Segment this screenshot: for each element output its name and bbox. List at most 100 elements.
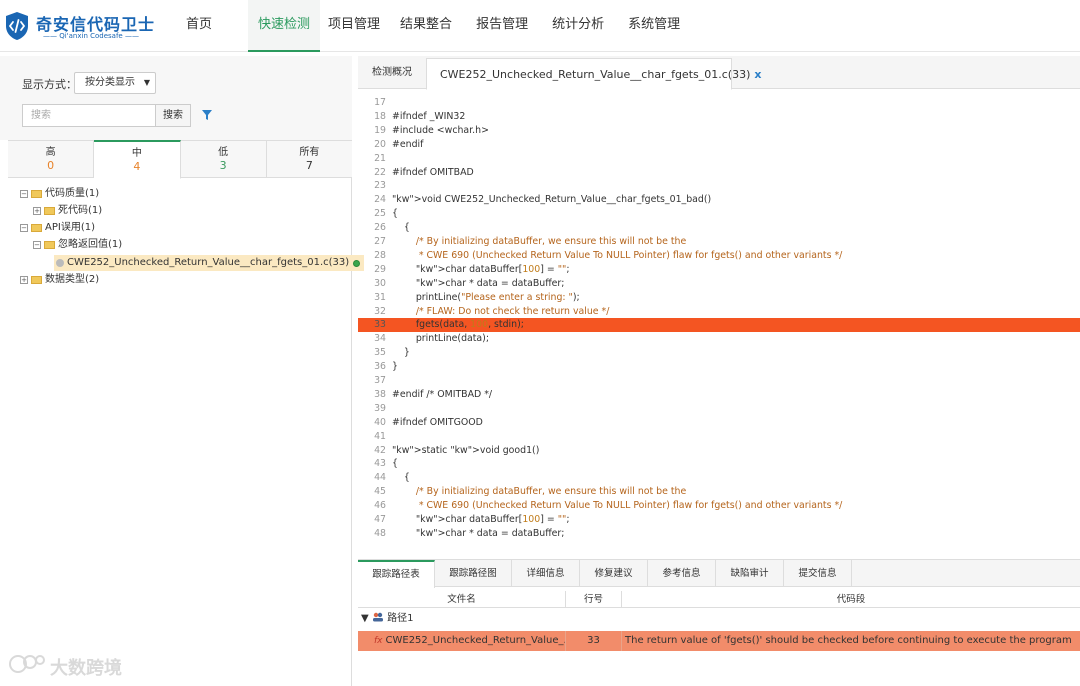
code-line[interactable]: 30 "kw">char * data = dataBuffer;: [358, 277, 1080, 291]
nav-system-management[interactable]: 系统管理: [618, 0, 690, 50]
line-number: 30: [374, 277, 386, 289]
collapse-icon[interactable]: −: [20, 224, 28, 232]
folder-icon: [44, 241, 55, 249]
tab-fix-suggestion[interactable]: 修复建议: [580, 560, 648, 587]
code-line[interactable]: 43 {: [358, 457, 1080, 471]
brand-logo[interactable]: 奇安信代码卫士 —— Qi'anxin Codesafe ——: [4, 11, 154, 43]
cell-line: 33: [566, 631, 622, 651]
code-line[interactable]: 41: [358, 430, 1080, 444]
tab-severity-high[interactable]: 高 0: [8, 141, 95, 177]
trace-group-row[interactable]: ▼ 路径1: [358, 609, 1080, 629]
line-number: 25: [374, 208, 386, 220]
code-line[interactable]: 25 {: [358, 207, 1080, 221]
code-line[interactable]: 32 /* FLAW: Do not check the return valu…: [358, 305, 1080, 319]
code-line[interactable]: 18 #ifndef _WIN32: [358, 110, 1080, 124]
code-line[interactable]: 44 {: [358, 471, 1080, 485]
line-number: 27: [374, 236, 386, 247]
tab-reference[interactable]: 参考信息: [648, 560, 716, 587]
code-line[interactable]: 24 "kw">void CWE252_Unchecked_Return_Valu…: [358, 193, 1080, 207]
tab-source-file[interactable]: CWE252_Unchecked_Return_Value__char_fget…: [426, 58, 761, 90]
display-mode-select[interactable]: 按分类显示 ▼: [74, 72, 156, 94]
code-line[interactable]: 17: [358, 96, 1080, 110]
code-line[interactable]: 31 printLine("Please enter a string: ");: [358, 291, 1080, 305]
code-text: }: [392, 361, 398, 373]
function-icon: fx: [374, 636, 383, 646]
table-row[interactable]: fx CWE252_Unchecked_Return_Value_... 33 T…: [358, 631, 1080, 651]
code-line[interactable]: 37: [358, 374, 1080, 388]
code-line[interactable]: 21: [358, 152, 1080, 166]
code-line[interactable]: 19 #include <wchar.h>: [358, 124, 1080, 138]
nav-report-management[interactable]: 报告管理: [466, 0, 538, 50]
code-line[interactable]: 26 {: [358, 221, 1080, 235]
code-text: "kw">void CWE252_Unchecked_Return_Value_…: [392, 194, 712, 206]
severity-count: 4: [133, 160, 141, 173]
collapse-icon[interactable]: −: [33, 241, 41, 249]
close-icon[interactable]: x: [754, 68, 761, 81]
code-line-highlighted[interactable]: 33 fgets(data, 100, stdin);: [358, 318, 1080, 333]
tab-severity-all[interactable]: 所有 7: [267, 141, 352, 177]
column-snippet[interactable]: 代码段: [622, 591, 1080, 608]
code-line[interactable]: 22 #ifndef OMITBAD: [358, 166, 1080, 180]
code-line[interactable]: 38 #endif /* OMITBAD */: [358, 388, 1080, 402]
code-line[interactable]: 39: [358, 402, 1080, 416]
code-text: #ifndef OMITGOOD: [392, 416, 483, 428]
code-text: "kw">char dataBuffer[100] = "";: [415, 514, 570, 525]
code-line[interactable]: 29 "kw">char dataBuffer[100] = "";: [358, 263, 1080, 277]
line-number: 34: [374, 333, 386, 345]
line-number: 23: [374, 180, 386, 192]
code-line[interactable]: 27 /* By initializing dataBuffer, we ens…: [358, 235, 1080, 249]
tree-node-file-selected[interactable]: CWE252_Unchecked_Return_Value__char_fget…: [54, 255, 365, 271]
line-number: 37: [374, 375, 386, 386]
nav-quick-scan[interactable]: 快速检测: [248, 0, 321, 52]
code-line[interactable]: 28 * CWE 690 (Unchecked Return Value To …: [358, 249, 1080, 263]
top-header: 奇安信代码卫士 —— Qi'anxin Codesafe —— 首页 快速检测 …: [0, 0, 1080, 52]
code-line[interactable]: 46 * CWE 690 (Unchecked Return Value To …: [358, 499, 1080, 513]
tree-node-ignored-return[interactable]: − 忽略返回值(1): [33, 237, 122, 253]
tree-node-dead-code[interactable]: + 死代码(1): [33, 203, 102, 219]
nav-statistics[interactable]: 统计分析: [542, 0, 614, 50]
tree-node-data-type[interactable]: + 数据类型(2): [20, 272, 99, 288]
code-viewer[interactable]: 17 18 #ifndef _WIN32 19 #include <wchar.h> 20…: [358, 96, 1080, 596]
nav-project-management[interactable]: 项目管理: [322, 0, 386, 50]
code-line[interactable]: 23: [358, 179, 1080, 193]
line-number: 31: [374, 291, 386, 303]
collapse-icon[interactable]: −: [20, 190, 28, 198]
tab-defect-audit[interactable]: 缺陷审计: [716, 560, 784, 587]
tab-trace-table[interactable]: 跟踪路径表: [358, 560, 435, 588]
expand-icon[interactable]: +: [33, 207, 41, 215]
expand-icon[interactable]: +: [20, 276, 28, 284]
code-line[interactable]: 45 /* By initializing dataBuffer, we ens…: [358, 485, 1080, 499]
nav-home[interactable]: 首页: [176, 0, 222, 50]
code-line[interactable]: 47 "kw">char dataBuffer[100] = "";: [358, 513, 1080, 527]
line-number: 43: [374, 458, 386, 470]
code-text: #ifndef _WIN32: [392, 110, 466, 122]
search-input[interactable]: 搜索: [22, 104, 156, 127]
code-line[interactable]: 20 #endif: [358, 138, 1080, 152]
tab-trace-graph[interactable]: 跟踪路径图: [435, 560, 512, 587]
nav-result-merge[interactable]: 结果整合: [390, 0, 462, 50]
line-number: 20: [374, 138, 386, 150]
code-line[interactable]: 36}: [358, 360, 1080, 374]
tree-node-label: 代码质量(1): [45, 188, 100, 199]
code-line[interactable]: 40 #ifndef OMITGOOD: [358, 416, 1080, 430]
code-line[interactable]: 48 "kw">char * data = dataBuffer;: [358, 527, 1080, 541]
tree-node-code-quality[interactable]: − 代码质量(1): [20, 186, 99, 202]
code-line[interactable]: 42 "kw">static "kw">void good1(): [358, 444, 1080, 458]
tab-details[interactable]: 详细信息: [512, 560, 580, 587]
code-line[interactable]: 34 printLine(data);: [358, 332, 1080, 346]
tab-severity-low[interactable]: 低 3: [181, 141, 267, 177]
column-filename[interactable]: 文件名: [358, 591, 566, 608]
right-panel: 检测概况 CWE252_Unchecked_Return_Value__char…: [358, 56, 1080, 686]
shield-code-icon: [6, 12, 28, 40]
tree-node-api-misuse[interactable]: − API误用(1): [20, 220, 95, 236]
tab-overview[interactable]: 检测概况: [358, 56, 426, 89]
tab-severity-medium[interactable]: 中 4: [94, 140, 181, 179]
column-line[interactable]: 行号: [566, 591, 622, 608]
search-button[interactable]: 搜索: [155, 104, 191, 127]
expanded-triangle-icon[interactable]: ▼: [361, 613, 369, 624]
path-group-icon: [372, 612, 383, 622]
code-line[interactable]: 35 }: [358, 346, 1080, 360]
tab-submit-info[interactable]: 提交信息: [784, 560, 852, 587]
code-text: {: [392, 208, 398, 220]
filter-icon[interactable]: [201, 109, 213, 121]
